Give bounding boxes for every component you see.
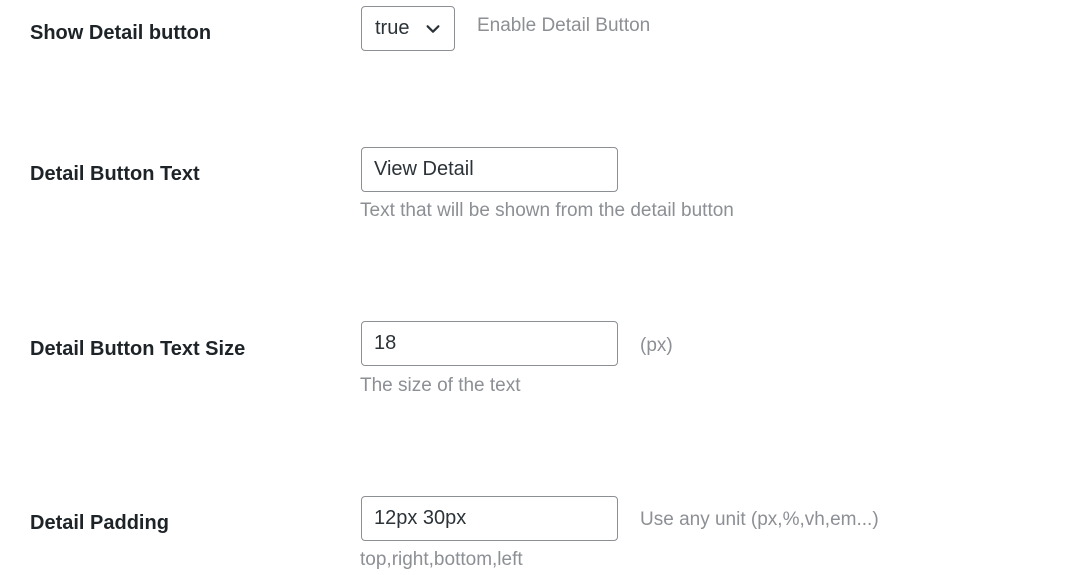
padding-description: top,right,bottom,left	[360, 549, 523, 570]
setting-label-show-detail: Show Detail button	[30, 22, 212, 44]
setting-label-text-size: Detail Button Text Size	[30, 338, 246, 360]
chevron-down-icon	[426, 24, 440, 33]
show-detail-hint: Enable Detail Button	[477, 15, 651, 36]
show-detail-select[interactable]: true	[361, 6, 455, 51]
text-size-unit: (px)	[640, 335, 673, 356]
text-size-description: The size of the text	[360, 375, 521, 396]
show-detail-select-value: true	[375, 17, 410, 39]
setting-label-button-text: Detail Button Text	[30, 163, 200, 185]
setting-label-padding: Detail Padding	[30, 512, 169, 534]
text-size-input[interactable]	[361, 321, 618, 366]
padding-input[interactable]	[361, 496, 618, 541]
button-text-input[interactable]	[361, 147, 618, 192]
padding-hint: Use any unit (px,%,vh,em...)	[640, 509, 879, 530]
button-text-description: Text that will be shown from the detail …	[360, 200, 734, 221]
